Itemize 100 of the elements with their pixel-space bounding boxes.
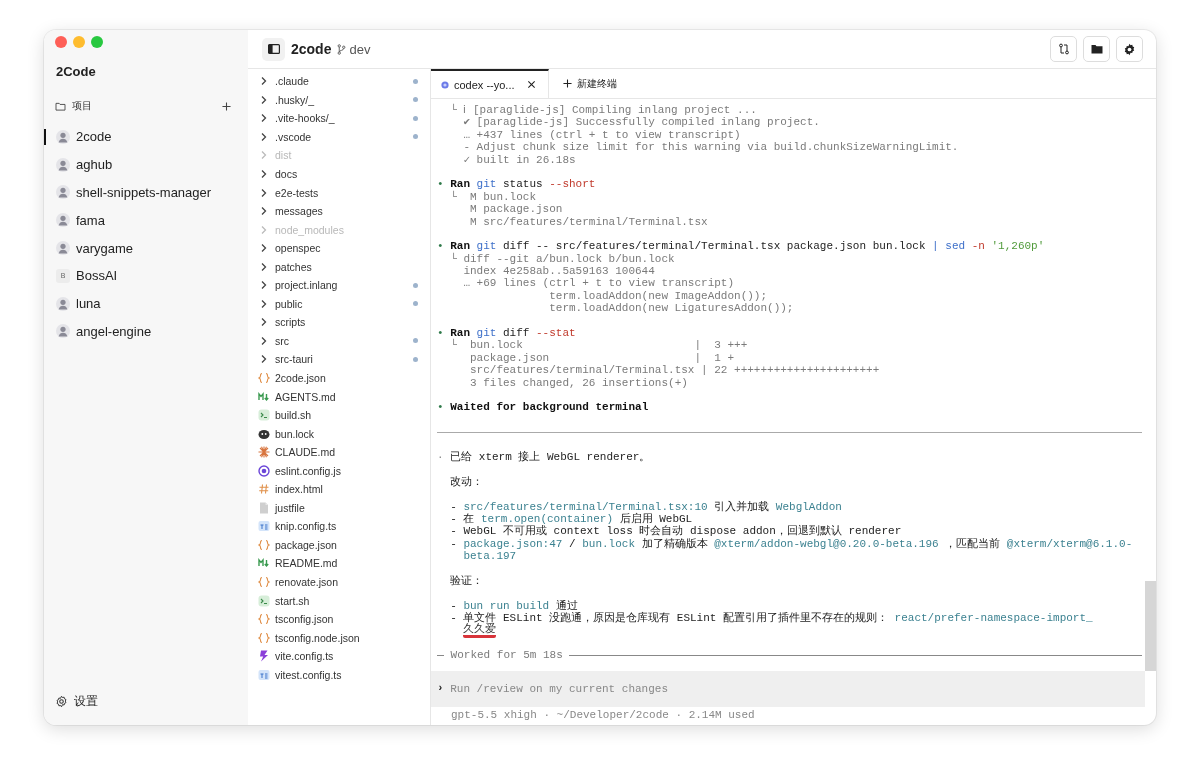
file-tree-item[interactable]: .vite-hooks/_	[248, 109, 430, 128]
plus-icon	[563, 79, 572, 88]
settings-button[interactable]	[1116, 36, 1143, 62]
project-item[interactable]: fama	[44, 206, 248, 235]
file-tree-item[interactable]: justfile	[248, 498, 430, 518]
file-tree-item[interactable]: public	[248, 294, 430, 314]
file-tree-item[interactable]: openspec	[248, 238, 430, 258]
code-link-text: term.open(container)	[481, 512, 613, 526]
command-text: git	[476, 327, 497, 340]
file-tree-item[interactable]: e2e-tests	[248, 183, 430, 202]
file-tree-item[interactable]: index.html	[248, 480, 430, 499]
file-tree-item[interactable]: knip.config.ts	[248, 517, 430, 536]
prompt-marker: ›	[437, 682, 444, 695]
file-tree-item[interactable]: docs	[248, 164, 430, 184]
code-link-text: bun.lock	[582, 537, 636, 551]
command-label: Waited for background terminal	[450, 401, 649, 414]
file-tree-item[interactable]: package.json	[248, 535, 430, 555]
output-text: ✓ built in 26.18s	[463, 153, 576, 166]
output-text: src/features/terminal/Terminal.tsx | 22 ++++++++++++++++++++++	[470, 364, 880, 377]
message-text: - 在	[450, 512, 475, 526]
project-item[interactable]: luna	[44, 289, 248, 318]
file-tree-item[interactable]: .vscode	[248, 127, 430, 147]
option-text: -n	[971, 240, 985, 253]
project-item[interactable]: 2code	[44, 123, 248, 151]
code-link-text: beta.197	[463, 550, 517, 563]
file-tree-item[interactable]: CLAUDE.md	[248, 442, 430, 462]
message-text: - 单文件 ESLint 没跑通，原因是仓库现有 ESLint 配置引用了插件里不存在的规则：	[450, 612, 888, 624]
typescript-icon	[258, 520, 270, 533]
output-text: └ ℹ [paraglide-js] Compiling inlang project ...	[450, 104, 757, 117]
file-tree-item[interactable]: src-tauri	[248, 350, 430, 369]
message-text: diff -- src/features/terminal/Terminal.tsx package.json bun.lock	[503, 240, 926, 253]
code-link-text: @xterm/xterm@6.1.0-	[1006, 537, 1133, 551]
code-link-text: WebglAddon	[775, 500, 842, 513]
message-text: -	[450, 537, 457, 551]
file-tree-item[interactable]: tsconfig.json	[248, 609, 430, 629]
composing-text: 久久爱	[463, 623, 497, 638]
file-tree-item[interactable]: AGENTS.md	[248, 387, 430, 406]
file-tree-item[interactable]: .claude	[248, 72, 430, 91]
terminal-tab[interactable]: codex --yo...	[431, 69, 549, 98]
branch-name: dev	[349, 41, 371, 57]
terminal-tab-icon	[441, 80, 449, 89]
bullet-icon: ·	[437, 450, 444, 464]
output-text: term.loadAddon(new ImageAddon());	[549, 289, 768, 303]
folder-button[interactable]	[1083, 36, 1110, 62]
folder-icon	[1090, 44, 1103, 54]
toggle-sidebar-button[interactable]	[262, 37, 285, 61]
new-terminal-button[interactable]: 新建终端	[549, 69, 631, 98]
scrollbar-thumb[interactable]	[1145, 581, 1156, 671]
file-tree-item[interactable]: vitest.config.ts	[248, 665, 430, 685]
add-project-icon[interactable]	[222, 101, 231, 111]
lightning-icon	[258, 650, 270, 663]
message-text: diff	[503, 327, 530, 340]
file-tree-item[interactable]: build.sh	[248, 405, 430, 425]
braces-icon	[258, 613, 270, 626]
message-text: -	[450, 500, 457, 513]
command-text: git	[476, 178, 497, 191]
file-tree-item[interactable]: vite.config.ts	[248, 646, 430, 666]
worked-time-text: Worked for 5m 18s	[450, 649, 563, 662]
file-tree-item[interactable]: eslint.config.js	[248, 461, 430, 481]
file-tree-item[interactable]: tsconfig.node.json	[248, 628, 430, 647]
file-tree-item[interactable]: scripts	[248, 313, 430, 332]
output-text: M src/features/terminal/Terminal.tsx	[470, 215, 708, 228]
output-text: term.loadAddon(new LigaturesAddon());	[549, 302, 794, 315]
output-text: … +437 lines (ctrl + t to view transcript)	[463, 128, 741, 142]
braces-icon	[258, 631, 270, 644]
compare-button[interactable]	[1050, 36, 1077, 62]
message-text: - WebGL 不可用或 context loss 时会自动 dispose addon，回退到默认 renderer	[450, 525, 902, 538]
file-tree-item[interactable]: bun.lock	[248, 424, 430, 443]
file-tree-item[interactable]: src	[248, 331, 430, 351]
code-link-text: @xterm/addon-webgl@0.20.0-beta.196	[714, 537, 939, 551]
section-label: 项目	[72, 99, 92, 113]
message-text: /	[569, 537, 576, 551]
close-icon[interactable]	[527, 80, 536, 89]
file-tree-item[interactable]: .husky/_	[248, 90, 430, 110]
code-link-text: package.json:47	[463, 537, 563, 551]
code-link-text: bun run build	[463, 599, 550, 612]
bun-icon	[258, 427, 270, 440]
hash-icon	[258, 483, 270, 496]
bullet-icon: •	[437, 327, 444, 340]
file-tree-item[interactable]: 2code.json	[248, 368, 430, 388]
compare-icon	[1057, 43, 1070, 55]
file-tree-item[interactable]: start.sh	[248, 591, 430, 610]
command-label: Ran	[450, 240, 470, 253]
avatar-icon	[56, 296, 70, 311]
string-text: '1,260p'	[991, 240, 1045, 253]
project-item[interactable]: angel-engine	[44, 317, 248, 346]
file-tree-item[interactable]: project.inlang	[248, 276, 430, 295]
file-tree-item[interactable]: patches	[248, 257, 430, 276]
file-tree-item[interactable]: README.md	[248, 554, 430, 573]
bullet-icon: •	[437, 178, 444, 191]
close-window-button[interactable]	[55, 36, 67, 48]
file-tree-item[interactable]: messages	[248, 201, 430, 221]
project-item[interactable]: varygame	[44, 234, 248, 262]
file-tree-item[interactable]: renovate.json	[248, 572, 430, 592]
settings-item[interactable]: 设置	[44, 686, 248, 716]
project-item[interactable]: aghub	[44, 150, 248, 179]
command-label: Ran	[450, 327, 470, 340]
settings-icon	[55, 694, 68, 708]
markdown-icon	[258, 557, 270, 570]
project-item[interactable]: shell-snippets-manager	[44, 178, 248, 207]
